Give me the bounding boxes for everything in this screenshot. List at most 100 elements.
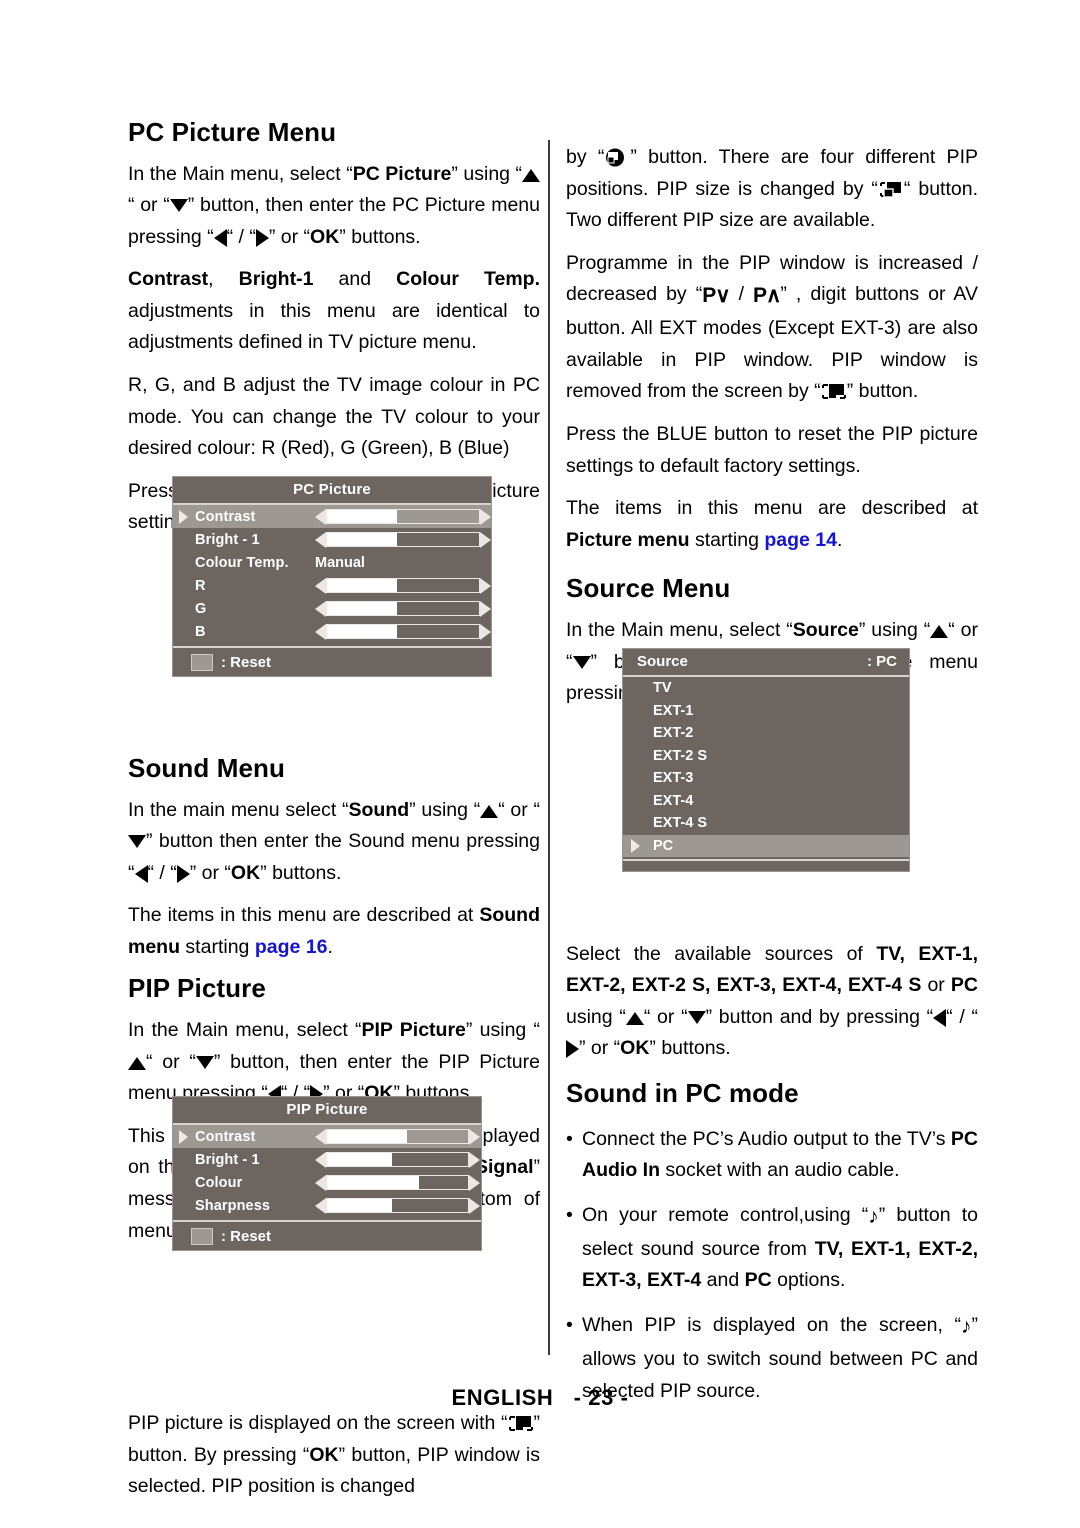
slider-right-arrow-icon[interactable] <box>469 1128 480 1145</box>
music-note-icon: ♪ <box>868 1204 879 1228</box>
source-item-label: PC <box>653 837 674 854</box>
slider-left-arrow-icon[interactable] <box>315 508 326 525</box>
slider-right-arrow-icon[interactable] <box>480 531 491 548</box>
slider-left-arrow-icon[interactable] <box>315 531 326 548</box>
source-item-ext-2[interactable]: EXT-2 <box>623 722 909 745</box>
slider-left-arrow-icon[interactable] <box>315 1197 326 1214</box>
list-item: • Connect the PC’s Audio output to the TV… <box>566 1124 978 1187</box>
text-run: or <box>921 974 951 997</box>
osd-pc-picture-footer: : Reset <box>173 648 491 676</box>
slider-fill <box>327 579 397 592</box>
r-slider[interactable] <box>315 577 491 594</box>
osd-row-g[interactable]: G <box>173 597 491 620</box>
osd-row-contrast[interactable]: Contrast <box>173 505 491 528</box>
selection-caret-icon <box>179 509 188 524</box>
osd-row-label: G <box>195 600 207 617</box>
slider-track[interactable] <box>326 1129 469 1144</box>
osd-row-pip-bright[interactable]: Bright - 1 <box>173 1148 481 1171</box>
pip-bright-slider[interactable] <box>315 1151 480 1168</box>
text-run: “ / “ <box>226 225 256 248</box>
slider-track[interactable] <box>326 578 480 593</box>
slider-left-arrow-icon[interactable] <box>315 623 326 640</box>
bullet-icon: • <box>566 1203 573 1226</box>
slider-left-arrow-icon[interactable] <box>315 1174 326 1191</box>
osd-row-colour-temp[interactable]: Colour Temp. Manual <box>173 551 491 574</box>
source-item-ext-4-s[interactable]: EXT-4 S <box>623 812 909 835</box>
slider-fill <box>327 1176 419 1189</box>
text-run: In the Main menu, select “ <box>128 1019 362 1042</box>
text-run: Select the available sources of <box>566 942 877 965</box>
osd-row-b[interactable]: B <box>173 620 491 643</box>
g-slider[interactable] <box>315 600 491 617</box>
arrow-right-icon <box>566 1040 579 1059</box>
text-bold-ok: OK <box>230 861 261 884</box>
slider-right-arrow-icon[interactable] <box>480 577 491 594</box>
heading-pip-picture: PIP Picture <box>128 973 266 1004</box>
pip-sharpness-slider[interactable] <box>315 1197 480 1214</box>
slider-track[interactable] <box>326 1198 469 1213</box>
slider-left-arrow-icon[interactable] <box>315 600 326 617</box>
text-run: PIP picture is displayed on the screen w… <box>128 1412 508 1435</box>
text-bold-pip-picture: PIP Picture <box>361 1019 466 1042</box>
osd-source-menu: Source : PC TV EXT-1 EXT-2 EXT-2 S EXT-3… <box>622 648 910 872</box>
link-page-14[interactable]: page 14 <box>764 529 837 551</box>
source-item-ext-4[interactable]: EXT-4 <box>623 790 909 813</box>
bright-slider[interactable] <box>315 531 491 548</box>
source-item-tv[interactable]: TV <box>623 677 909 700</box>
slider-right-arrow-icon[interactable] <box>480 508 491 525</box>
paragraph-picture-menu-reference: The items in this menu are described at … <box>566 493 978 556</box>
paragraph-rgb-adjust: R, G, and B adjust the TV image colour i… <box>128 374 540 460</box>
osd-row-pip-contrast[interactable]: Contrast <box>173 1125 481 1148</box>
source-item-ext-2-s[interactable]: EXT-2 S <box>623 745 909 768</box>
source-item-pc[interactable]: PC <box>623 834 909 857</box>
slider-right-arrow-icon[interactable] <box>480 600 491 617</box>
arrow-down-icon <box>128 835 146 849</box>
paragraph-sound-reference: The items in this menu are described at … <box>128 900 540 963</box>
slider-track[interactable] <box>326 1175 469 1190</box>
slider-left-arrow-icon[interactable] <box>315 1128 326 1145</box>
osd-row-bright[interactable]: Bright - 1 <box>173 528 491 551</box>
link-page-16[interactable]: page 16 <box>255 936 328 958</box>
source-item-ext-1[interactable]: EXT-1 <box>623 700 909 723</box>
slider-track[interactable] <box>326 509 480 524</box>
blue-button-swatch-icon <box>191 1227 213 1245</box>
slider-track[interactable] <box>326 624 480 639</box>
arrow-up-icon <box>625 1011 644 1025</box>
slider-right-arrow-icon[interactable] <box>469 1197 480 1214</box>
osd-pip-picture-footer: : Reset <box>173 1222 481 1250</box>
pip-contrast-slider[interactable] <box>315 1128 480 1145</box>
pip-colour-slider[interactable] <box>315 1174 480 1191</box>
slider-track[interactable] <box>326 1152 469 1167</box>
osd-row-pip-sharpness[interactable]: Sharpness <box>173 1194 481 1217</box>
paragraph-pip-display: PIP picture is displayed on the screen w… <box>128 1408 540 1503</box>
text-run: options. <box>771 1269 846 1292</box>
text-run: and <box>313 268 397 291</box>
slider-right-arrow-icon[interactable] <box>469 1174 480 1191</box>
text-run: ” button. <box>846 380 919 403</box>
text-run: / <box>729 283 754 306</box>
slider-right-arrow-icon[interactable] <box>480 623 491 640</box>
osd-row-pip-colour[interactable]: Colour <box>173 1171 481 1194</box>
text-run: “ or “ <box>128 194 170 217</box>
text-bold-pc: PC <box>950 974 978 997</box>
slider-left-arrow-icon[interactable] <box>315 577 326 594</box>
osd-source-footer <box>623 859 909 871</box>
slider-right-arrow-icon[interactable] <box>469 1151 480 1168</box>
arrow-up-icon <box>128 1056 146 1070</box>
text-bold-ok: OK <box>620 1037 650 1060</box>
osd-row-r[interactable]: R <box>173 574 491 597</box>
slider-left-arrow-icon[interactable] <box>315 1151 326 1168</box>
source-item-label: EXT-2 S <box>653 747 707 764</box>
source-item-ext-3[interactable]: EXT-3 <box>623 767 909 790</box>
pip-remove-icon <box>821 382 847 401</box>
paragraph-sound-intro: In the main menu select “Sound” using “ “… <box>128 795 540 890</box>
text-run: Connect the PC’s Audio output to the TV’… <box>582 1127 951 1150</box>
text-bold-pc: PC <box>744 1269 772 1292</box>
slider-track[interactable] <box>326 532 480 547</box>
contrast-slider[interactable] <box>315 508 491 525</box>
osd-row-label: Sharpness <box>195 1197 271 1214</box>
list-item: • On your remote control,using “♪” butto… <box>566 1200 978 1297</box>
slider-track[interactable] <box>326 601 480 616</box>
paragraph-contrast-bright-colourtemp: Contrast, Bright-1 and Colour Temp. adju… <box>128 264 540 359</box>
b-slider[interactable] <box>315 623 491 640</box>
